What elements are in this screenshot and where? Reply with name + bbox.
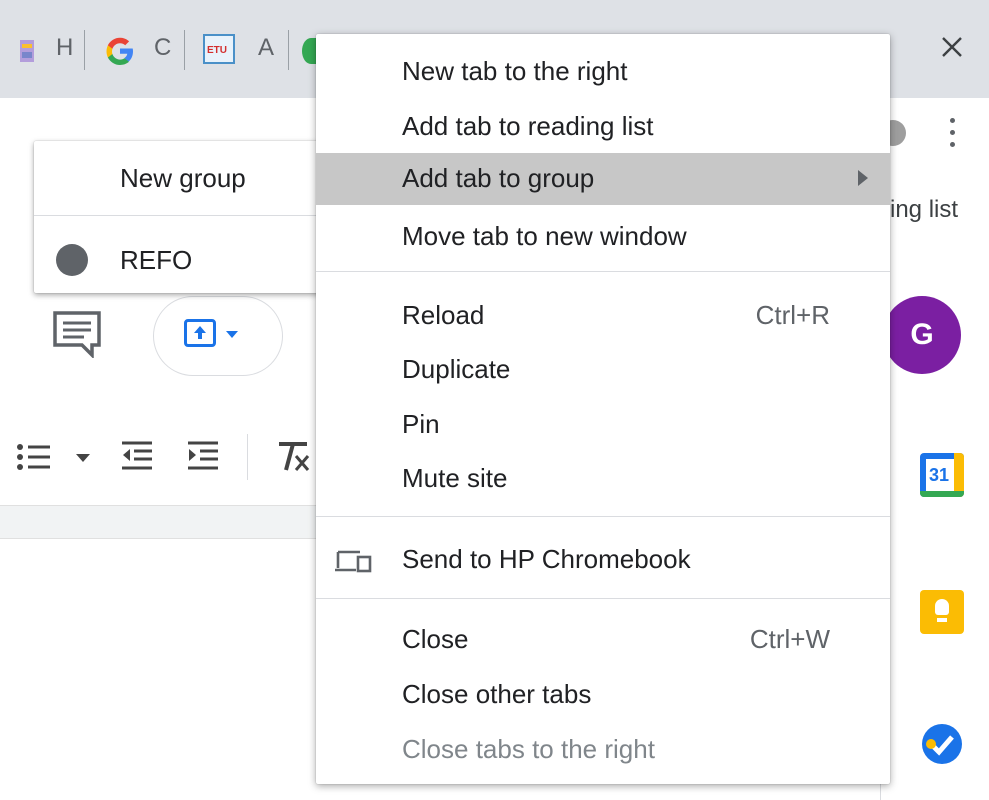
menu-item-add-to-reading-list[interactable]: Add tab to reading list — [316, 101, 890, 153]
share-button[interactable] — [153, 296, 283, 376]
tab-title-fragment[interactable]: C — [154, 34, 171, 62]
new-group-item[interactable]: New group — [120, 163, 246, 194]
menu-item-new-tab-right[interactable]: New tab to the right — [316, 46, 890, 98]
tab-separator — [184, 30, 185, 70]
menu-item-reload[interactable]: Reload Ctrl+R — [316, 290, 890, 342]
close-icon[interactable] — [935, 30, 969, 64]
menu-item-label: New tab to the right — [402, 56, 628, 86]
menu-item-label: Mute site — [402, 463, 508, 493]
decrease-indent-icon[interactable] — [120, 440, 154, 472]
chevron-down-icon[interactable] — [76, 454, 90, 464]
menu-item-duplicate[interactable]: Duplicate — [316, 344, 890, 396]
avatar[interactable]: G — [883, 296, 961, 374]
menu-item-label: Close — [402, 624, 469, 654]
menu-item-close[interactable]: Close Ctrl+W — [316, 614, 890, 666]
etu-favicon-icon[interactable]: ETU — [203, 34, 235, 64]
tab-title-fragment[interactable]: A — [258, 34, 274, 62]
chevron-right-icon — [858, 170, 868, 186]
toolbar-divider — [247, 434, 248, 480]
tab-context-menu: New tab to the right Add tab to reading … — [316, 34, 890, 784]
menu-divider — [316, 516, 890, 517]
menu-item-label: Move tab to new window — [402, 221, 687, 251]
etu-favicon-text: ETU — [207, 45, 227, 56]
submenu-divider — [34, 215, 322, 216]
menu-item-close-other-tabs[interactable]: Close other tabs — [316, 669, 890, 721]
menu-item-label: Add tab to group — [402, 163, 595, 193]
tab-separator — [288, 30, 289, 70]
menu-item-mute-site[interactable]: Mute site — [316, 453, 890, 505]
menu-divider — [316, 598, 890, 599]
menu-item-add-to-group[interactable]: Add tab to group — [316, 153, 890, 205]
google-icon[interactable] — [103, 34, 137, 68]
group-item-refo[interactable]: REFO — [120, 245, 192, 276]
add-to-group-submenu: New group REFO — [34, 141, 322, 293]
menu-item-shortcut: Ctrl+W — [749, 624, 830, 654]
menu-item-label: Add tab to reading list — [402, 111, 654, 141]
chevron-down-icon — [226, 331, 238, 338]
increase-indent-icon[interactable] — [186, 440, 220, 472]
tab-title-fragment[interactable]: H — [56, 34, 73, 62]
clear-formatting-icon[interactable] — [276, 440, 310, 472]
group-color-icon — [56, 244, 88, 276]
reading-list-label[interactable]: ing list — [890, 196, 958, 224]
menu-item-label: Reload — [402, 300, 485, 330]
bulleted-list-icon[interactable] — [16, 442, 52, 472]
menu-item-close-tabs-right: Close tabs to the right — [316, 724, 890, 776]
calendar-icon-text: 31 — [929, 465, 950, 485]
tasks-icon[interactable] — [920, 722, 964, 766]
keep-icon[interactable] — [920, 590, 964, 634]
menu-divider — [316, 271, 890, 272]
menu-item-label: Pin — [402, 409, 440, 439]
devices-icon — [335, 550, 372, 573]
menu-item-pin[interactable]: Pin — [316, 399, 890, 451]
kebab-menu-icon[interactable] — [950, 118, 955, 154]
menu-item-label: Duplicate — [402, 354, 511, 384]
comment-icon[interactable] — [52, 310, 102, 358]
calendar-icon[interactable]: 31 — [920, 453, 964, 497]
upload-icon — [184, 319, 216, 347]
menu-item-shortcut: Ctrl+R — [755, 300, 830, 330]
menu-item-label: Send to HP Chromebook — [402, 544, 691, 574]
menu-item-send-to-device[interactable]: Send to HP Chromebook — [316, 534, 890, 586]
tab-separator — [84, 30, 85, 70]
menu-item-label: Close tabs to the right — [402, 734, 655, 764]
tab-favicon-icon[interactable] — [18, 38, 38, 64]
menu-item-label: Close other tabs — [402, 679, 592, 709]
menu-item-move-to-new-window[interactable]: Move tab to new window — [316, 211, 890, 263]
